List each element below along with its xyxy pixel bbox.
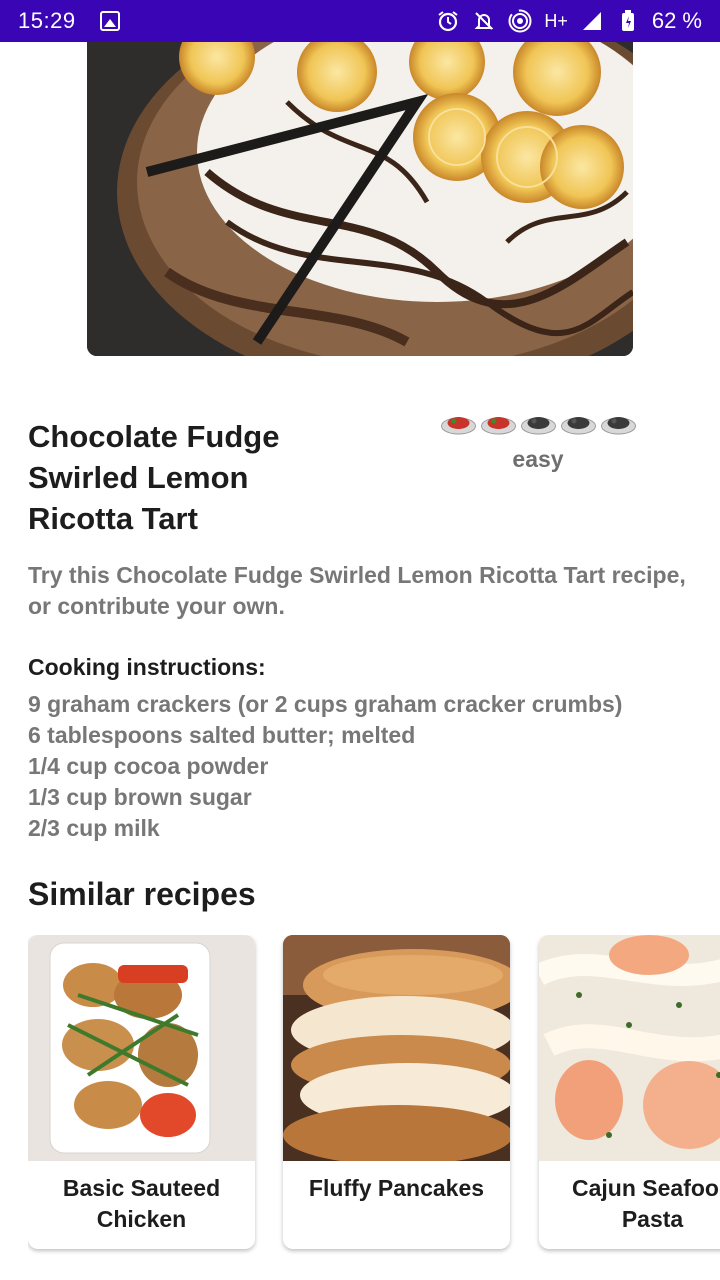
ingredient-item: 1/4 cup cocoa powder (28, 753, 269, 779)
alarm-icon (436, 9, 460, 33)
hotspot-icon (508, 9, 532, 33)
signal-icon (580, 9, 604, 33)
instructions-heading: Cooking instructions: (28, 654, 266, 680)
battery-icon (616, 9, 640, 33)
recipe-card-image (539, 935, 720, 1161)
ingredient-item: 9 graham crackers (or 2 cups graham crac… (28, 691, 623, 717)
difficulty-plate-empty-icon (600, 417, 636, 435)
difficulty-plate-empty-icon (560, 417, 596, 435)
similar-recipes-carousel[interactable]: Basic Sauteed Chicken Fluffy Pancakes Ca… (28, 935, 720, 1255)
difficulty-plate-empty-icon (520, 417, 556, 435)
recipe-card-image (28, 935, 255, 1161)
status-time: 15:29 (18, 8, 76, 33)
recipe-card-title: Fluffy Pancakes (308, 1175, 485, 1201)
battery-percent: 62 % (651, 8, 702, 33)
recipe-hero-image (87, 42, 633, 356)
recipe-card-fluffy-pancakes[interactable]: Fluffy Pancakes (283, 935, 510, 1249)
recipe-card-title: Basic Sauteed Chicken (62, 1175, 221, 1232)
image-icon (99, 11, 120, 31)
ingredients-list: 9 graham crackers (or 2 cups graham crac… (28, 689, 708, 844)
difficulty-icons (438, 414, 638, 436)
ingredient-item: 2/3 cup milk (28, 815, 160, 841)
silent-icon (472, 9, 496, 33)
difficulty-plate-filled-icon (480, 417, 516, 435)
recipe-card-cajun-seafood-pasta[interactable]: Cajun Seafood Pasta (539, 935, 720, 1249)
recipe-card-image (283, 935, 510, 1161)
recipe-card-basic-sauteed-chicken[interactable]: Basic Sauteed Chicken (28, 935, 255, 1249)
difficulty-plate-filled-icon (440, 417, 476, 435)
recipe-card-title: Cajun Seafood Pasta (571, 1175, 720, 1232)
recipe-title: Chocolate Fudge Swirled Lemon Ricotta Ta… (28, 419, 280, 536)
status-bar: 15:29 H+ 62 % (0, 0, 720, 42)
ingredient-item: 1/3 cup brown sugar (28, 784, 252, 810)
similar-recipes-heading: Similar recipes (28, 876, 256, 912)
recipe-description: Try this Chocolate Fudge Swirled Lemon R… (28, 562, 686, 619)
network-type: H+ (544, 10, 568, 31)
difficulty-label: easy (512, 446, 564, 472)
ingredient-item: 6 tablespoons salted butter; melted (28, 722, 416, 748)
status-icons: H+ 62 % (436, 8, 702, 34)
difficulty-rating: easy (438, 414, 638, 473)
